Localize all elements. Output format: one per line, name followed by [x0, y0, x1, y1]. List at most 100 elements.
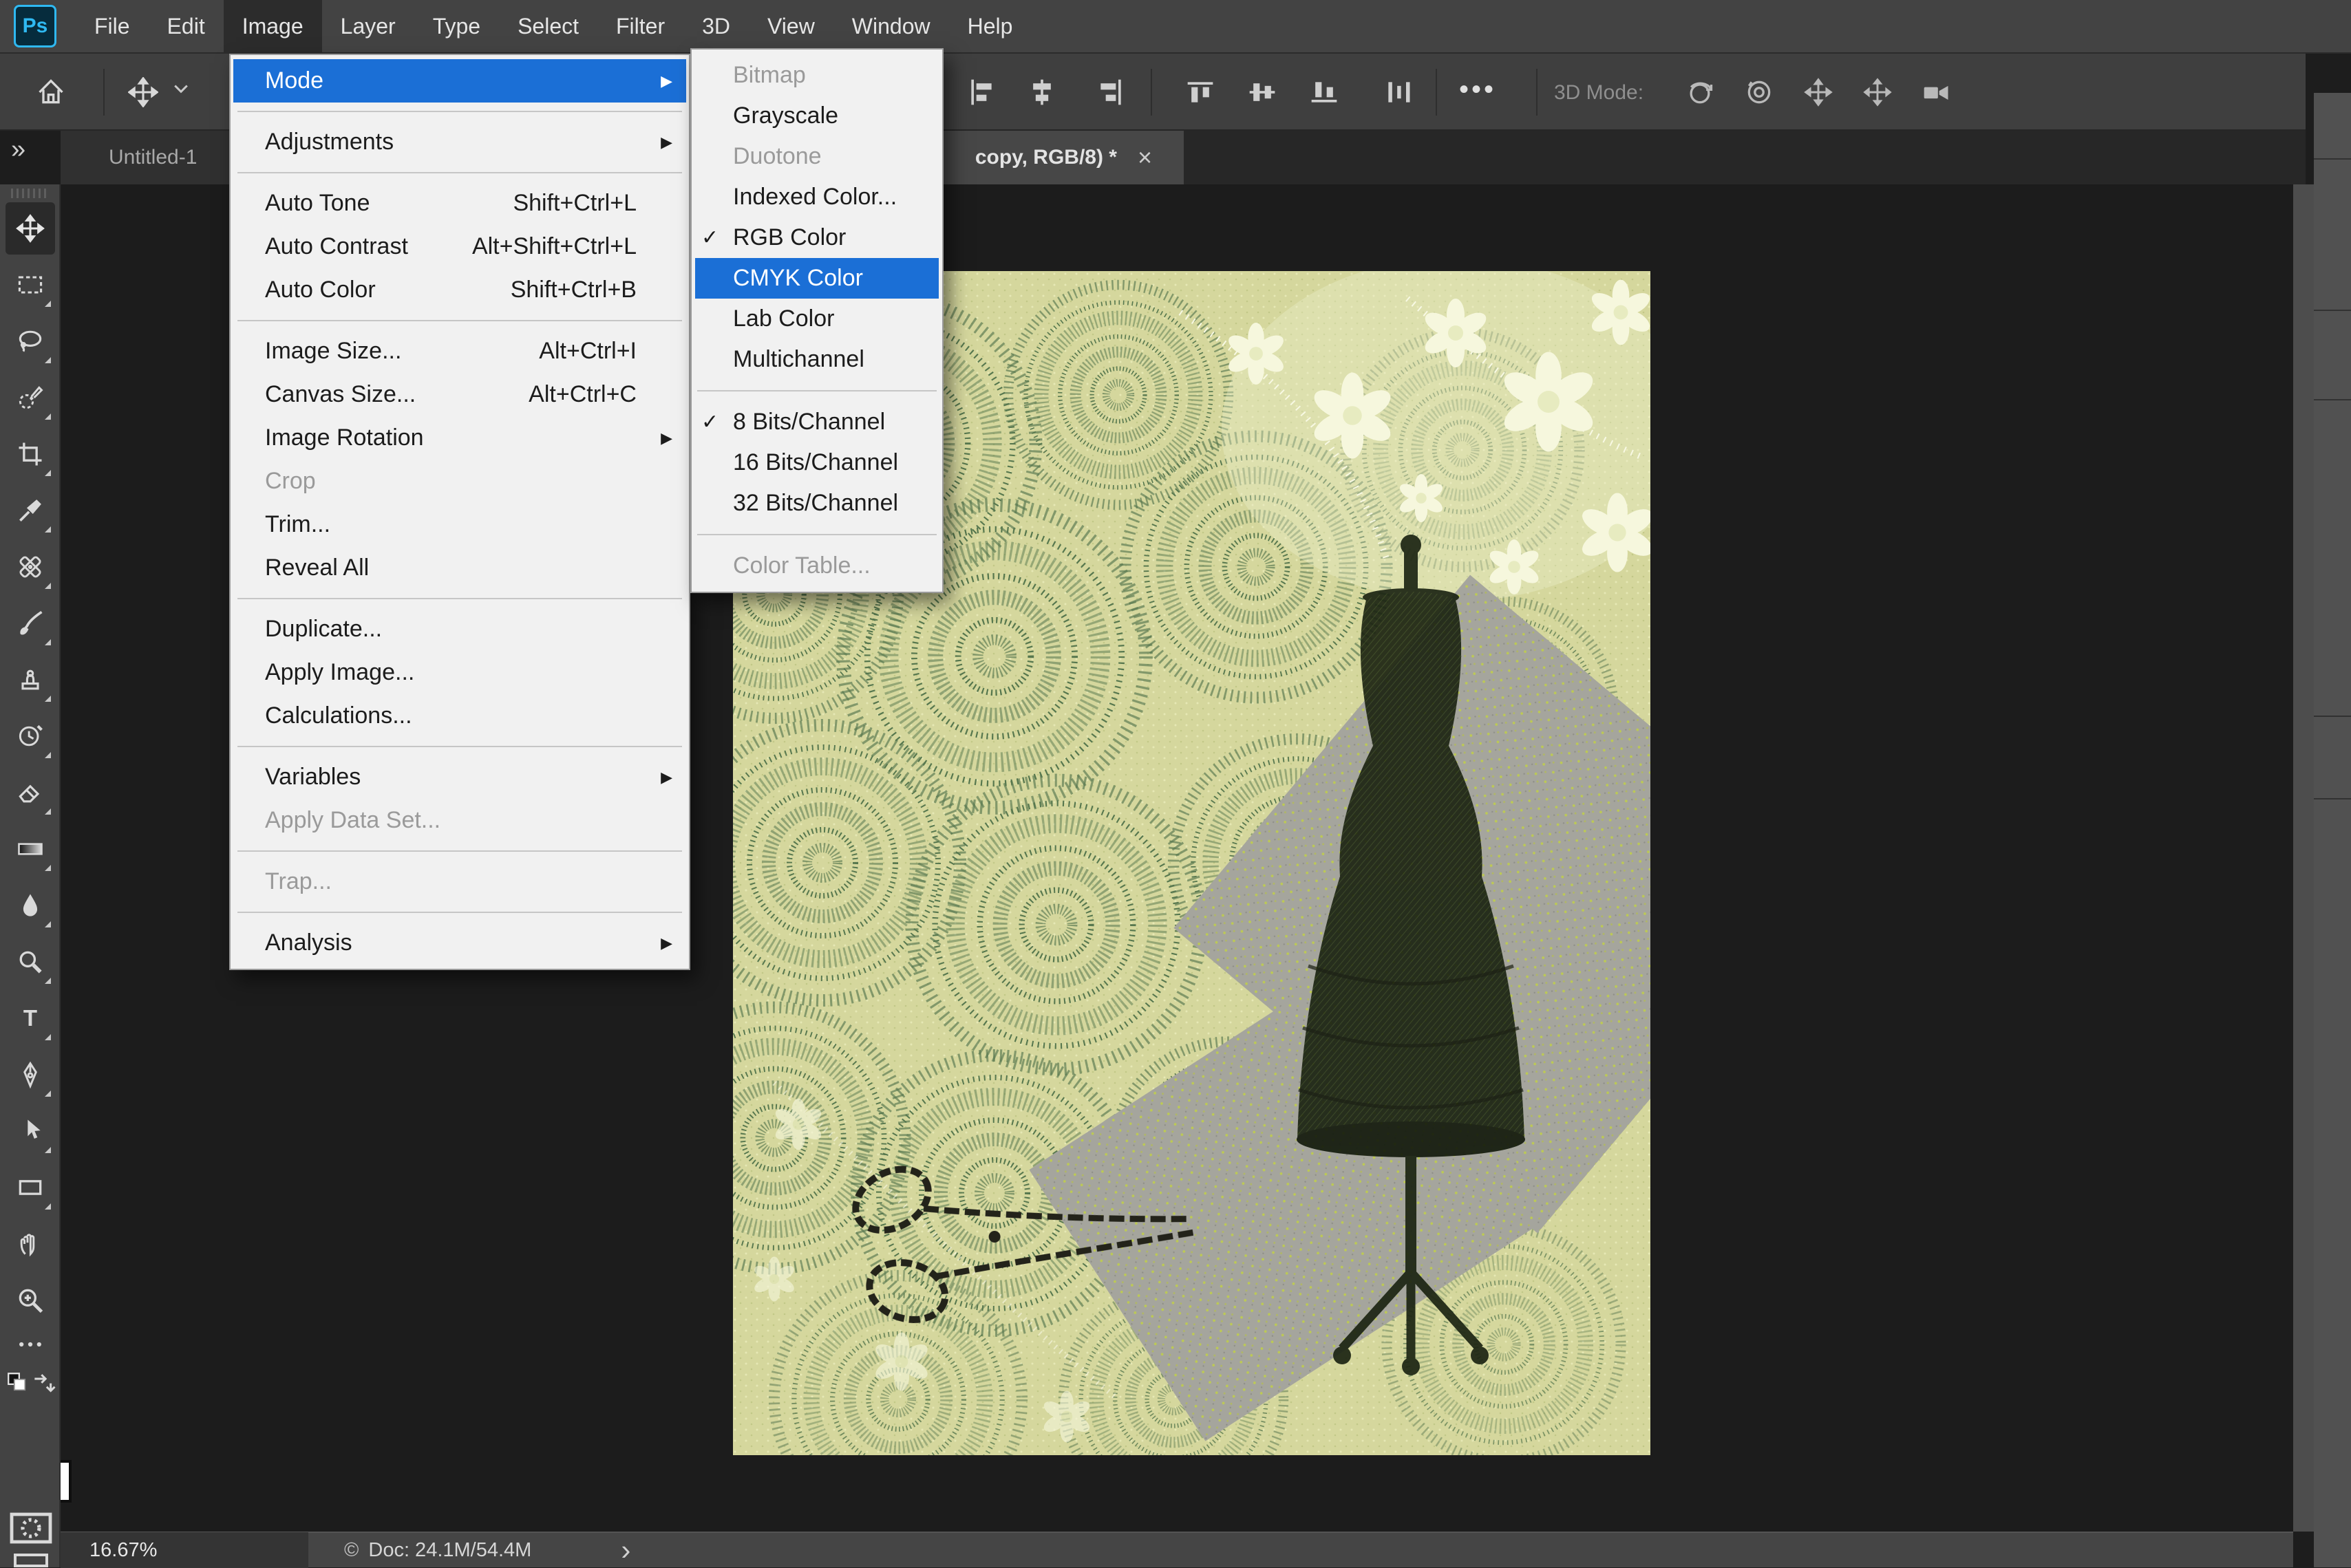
- menu-help[interactable]: Help: [949, 0, 1032, 53]
- submenu-item-16-bits[interactable]: 16 Bits/Channel: [692, 442, 942, 483]
- menu-window[interactable]: Window: [833, 0, 949, 53]
- eyedropper-tool[interactable]: [6, 484, 55, 537]
- panel-grip[interactable]: [11, 189, 50, 198]
- lasso-tool[interactable]: [6, 315, 55, 367]
- 3d-roll-icon[interactable]: [1744, 77, 1774, 107]
- menu-item-analysis[interactable]: Analysis ▶: [231, 921, 689, 965]
- spot-healing-brush-tool[interactable]: [6, 541, 55, 593]
- tab-overflow-icon[interactable]: »: [11, 135, 25, 164]
- dock-divider: [2314, 798, 2351, 799]
- menu-3d[interactable]: 3D: [683, 0, 749, 53]
- menu-separator: [231, 103, 689, 120]
- document-size-status: © Doc: 24.1M/54.4M: [344, 1539, 531, 1562]
- align-bottom-edges-icon[interactable]: [1309, 77, 1339, 107]
- submenu-item-label: Grayscale: [733, 103, 838, 129]
- menu-file[interactable]: File: [76, 0, 149, 53]
- default-colors-icon[interactable]: [6, 1365, 29, 1399]
- menu-select[interactable]: Select: [499, 0, 597, 53]
- align-left-edges-icon[interactable]: [966, 77, 997, 107]
- pen-tool[interactable]: [6, 1049, 55, 1101]
- eraser-tool[interactable]: [6, 766, 55, 819]
- status-expand-chevron-icon[interactable]: ›: [621, 1534, 630, 1567]
- menu-item-image-size[interactable]: Image Size... Alt+Ctrl+I: [231, 330, 689, 373]
- menu-item-label: Calculations...: [265, 702, 655, 729]
- submenu-item-rgb-color[interactable]: ✓ RGB Color: [692, 217, 942, 258]
- home-icon[interactable]: [36, 77, 66, 107]
- submenu-item-label: 16 Bits/Channel: [733, 449, 898, 476]
- menu-separator: [692, 524, 942, 546]
- crop-tool[interactable]: [6, 428, 55, 480]
- menu-item-label: Apply Data Set...: [265, 807, 655, 834]
- submenu-arrow-icon: ▶: [655, 133, 672, 151]
- menu-item-label: Trim...: [265, 511, 655, 538]
- blur-tool[interactable]: [6, 879, 55, 932]
- quick-selection-tool[interactable]: [6, 372, 55, 424]
- screen-mode-icon[interactable]: [14, 1554, 48, 1567]
- close-icon[interactable]: ×: [1138, 143, 1152, 172]
- menu-item-image-rotation[interactable]: Image Rotation ▶: [231, 416, 689, 460]
- 3d-pan-icon[interactable]: [1803, 77, 1833, 107]
- submenu-item-32-bits[interactable]: 32 Bits/Channel: [692, 483, 942, 524]
- menu-item-auto-color[interactable]: Auto Color Shift+Ctrl+B: [231, 268, 689, 312]
- submenu-item-lab-color[interactable]: Lab Color: [692, 299, 942, 339]
- menu-item-duplicate[interactable]: Duplicate...: [231, 608, 689, 651]
- menu-shortcut: Alt+Ctrl+C: [529, 381, 637, 408]
- 3d-slide-icon[interactable]: [1862, 77, 1893, 107]
- zoom-tool[interactable]: [6, 1274, 55, 1327]
- submenu-item-multichannel[interactable]: Multichannel: [692, 339, 942, 380]
- menu-edit[interactable]: Edit: [149, 0, 224, 53]
- menu-item-auto-tone[interactable]: Auto Tone Shift+Ctrl+L: [231, 182, 689, 225]
- submenu-item-cmyk-color[interactable]: CMYK Color: [695, 258, 939, 299]
- photoshop-logo[interactable]: Ps: [14, 5, 56, 47]
- menu-item-apply-image[interactable]: Apply Image...: [231, 651, 689, 694]
- brush-tool[interactable]: [6, 597, 55, 649]
- menu-image[interactable]: Image: [224, 0, 322, 53]
- 3d-camera-icon[interactable]: [1922, 77, 1952, 107]
- menu-view[interactable]: View: [749, 0, 833, 53]
- collapsed-panel-dock[interactable]: [2314, 93, 2351, 1567]
- move-tool[interactable]: [6, 202, 55, 255]
- distribute-horizontal-icon[interactable]: [1383, 77, 1414, 107]
- menu-item-adjustments[interactable]: Adjustments ▶: [231, 120, 689, 164]
- rectangular-marquee-tool[interactable]: [6, 259, 55, 311]
- menu-item-auto-contrast[interactable]: Auto Contrast Alt+Shift+Ctrl+L: [231, 225, 689, 268]
- menu-type[interactable]: Type: [414, 0, 499, 53]
- menu-layer[interactable]: Layer: [322, 0, 414, 53]
- move-tool-options-icon[interactable]: [128, 77, 158, 107]
- quick-mask-icon[interactable]: [10, 1512, 52, 1544]
- type-tool[interactable]: T: [6, 992, 55, 1044]
- menu-item-trim[interactable]: Trim...: [231, 503, 689, 546]
- edit-toolbar-ellipsis-icon[interactable]: [6, 1329, 55, 1360]
- rectangle-tool[interactable]: [6, 1161, 55, 1214]
- hand-tool[interactable]: [6, 1218, 55, 1270]
- history-brush-tool[interactable]: [6, 710, 55, 762]
- submenu-item-grayscale[interactable]: Grayscale: [692, 96, 942, 136]
- path-selection-tool[interactable]: [6, 1105, 55, 1157]
- more-options-icon[interactable]: •••: [1459, 74, 1496, 105]
- menu-filter[interactable]: Filter: [597, 0, 683, 53]
- submenu-item-8-bits[interactable]: ✓ 8 Bits/Channel: [692, 402, 942, 442]
- submenu-item-label: Indexed Color...: [733, 184, 897, 211]
- menu-item-canvas-size[interactable]: Canvas Size... Alt+Ctrl+C: [231, 373, 689, 416]
- swap-colors-icon[interactable]: [29, 1365, 56, 1399]
- menu-item-label: Trap...: [265, 868, 655, 895]
- vertical-scrollbar[interactable]: [2293, 184, 2314, 1532]
- zoom-level-field[interactable]: 16.67%: [61, 1532, 308, 1568]
- align-right-edges-icon[interactable]: [1096, 77, 1126, 107]
- 3d-orbit-icon[interactable]: [1685, 77, 1715, 107]
- gradient-tool[interactable]: [6, 823, 55, 875]
- menu-item-reveal-all[interactable]: Reveal All: [231, 546, 689, 590]
- dodge-tool[interactable]: [6, 936, 55, 988]
- clone-stamp-tool[interactable]: [6, 654, 55, 706]
- menu-item-mode[interactable]: Mode ▶: [233, 59, 686, 103]
- align-top-edges-icon[interactable]: [1185, 77, 1215, 107]
- submenu-item-label: Multichannel: [733, 346, 864, 373]
- chevron-down-icon[interactable]: [171, 77, 191, 107]
- align-horizontal-centers-icon[interactable]: [1027, 77, 1057, 107]
- menu-item-calculations[interactable]: Calculations...: [231, 694, 689, 738]
- align-vertical-centers-icon[interactable]: [1247, 77, 1277, 107]
- menu-item-variables[interactable]: Variables ▶: [231, 755, 689, 799]
- submenu-arrow-icon: ▶: [655, 769, 672, 786]
- submenu-item-indexed-color[interactable]: Indexed Color...: [692, 177, 942, 217]
- submenu-item-label: Duotone: [733, 143, 822, 170]
